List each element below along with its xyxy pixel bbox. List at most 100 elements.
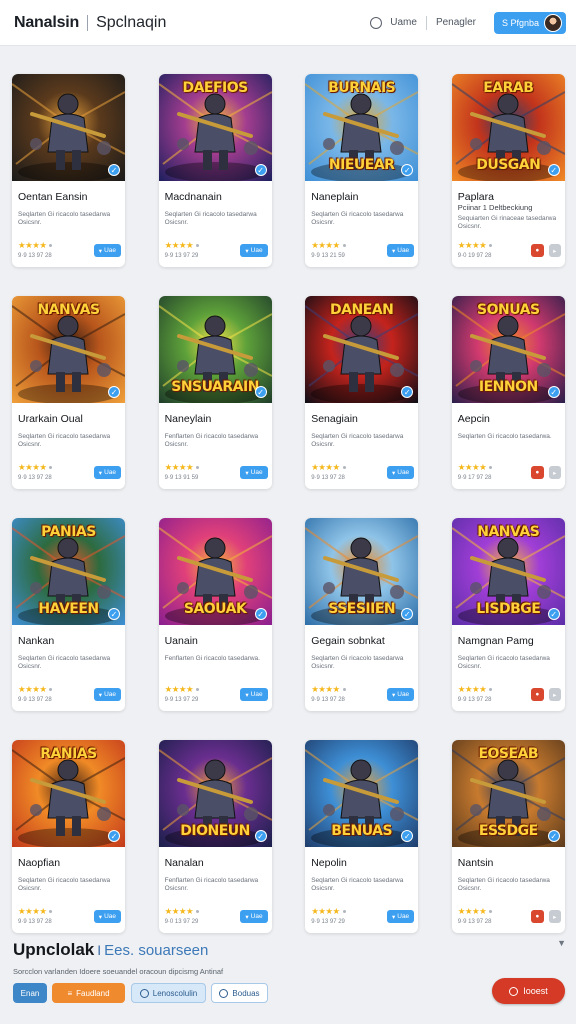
play-button[interactable]: ▾ Uae — [93, 466, 121, 479]
radio-icon[interactable] — [370, 16, 383, 29]
play-button[interactable]: ▾ Uae — [386, 688, 415, 701]
game-artwork[interactable]: DANEAN ✓ — [305, 296, 419, 403]
separator-dot — [196, 244, 200, 247]
filter-pill-3[interactable]: Lenoscolulin — [131, 983, 206, 1003]
game-title[interactable]: Macdnanain — [165, 191, 266, 203]
play-button[interactable]: ▾ Uae — [93, 688, 121, 701]
flame-icon: ● — [535, 247, 540, 254]
game-card[interactable]: DAEFIOS ✓ Macdnanain Seqlarten Gi ricacol… — [158, 74, 272, 267]
brand-name[interactable]: Nanalsin — [14, 14, 79, 32]
game-artwork[interactable]: EARAB DUSGAN ✓ — [451, 74, 565, 181]
game-title[interactable]: Urarkain Oual — [18, 413, 119, 425]
game-artwork[interactable]: PANIAS HAVEEN ✓ — [12, 518, 125, 625]
game-artwork[interactable]: NANVAS ✓ — [12, 296, 125, 403]
game-title[interactable]: Nantsin — [458, 857, 559, 869]
game-title[interactable]: Senagiain — [311, 413, 412, 425]
footer-subtitle[interactable]: Ees. souarseen — [104, 942, 208, 959]
game-card[interactable]: SAOUAK ✓ Uanain Fenflarten Gi ricacolo ta… — [158, 518, 272, 711]
separator-dot — [49, 688, 53, 691]
game-description: Seqlarten Gi ricacolo tasedarwa Osicsnr. — [311, 433, 404, 448]
flame-icon: ● — [535, 469, 540, 476]
target-icon — [509, 986, 519, 996]
favorite-button[interactable]: ● — [530, 910, 544, 923]
game-description: Seqlarten Gi ricacolo tasedarwa Osicsnr. — [311, 655, 404, 670]
separator-dot — [489, 244, 493, 247]
separator-dot — [49, 244, 53, 247]
game-title[interactable]: Aepcin — [458, 413, 559, 425]
game-artwork[interactable]: DAEFIOS ✓ — [158, 74, 272, 181]
more-button[interactable]: ▸ — [548, 244, 561, 257]
more-button[interactable]: ▸ — [548, 910, 561, 923]
play-button[interactable]: ▾ Uae — [240, 244, 268, 257]
game-title[interactable]: Oentan Eansin — [18, 191, 119, 203]
game-card[interactable]: SONUAS IENNON ✓ Aepcin Seqlarten Gi ricaco… — [451, 296, 565, 489]
game-artwork[interactable]: ✓ — [12, 74, 125, 181]
cta-button[interactable]: Iooest — [492, 978, 565, 1004]
play-icon: ▾ — [245, 469, 249, 477]
play-button[interactable]: ▾ Uae — [93, 244, 121, 257]
verified-icon: ✓ — [108, 386, 120, 398]
game-artwork[interactable]: BURNAIS NIEUEAR ✓ — [305, 74, 419, 181]
game-artwork[interactable]: NANVAS LISDBGE ✓ — [451, 518, 565, 625]
play-button[interactable]: ▾ Uae — [386, 466, 415, 479]
game-logo-text: EOSEAB — [478, 746, 539, 762]
chevron-down-icon[interactable]: ▼ — [557, 938, 566, 948]
filter-pill-1[interactable]: Enan — [13, 983, 47, 1003]
star-rating: ★★★★ — [311, 684, 340, 694]
game-card[interactable]: NANVAS ✓ Urarkain Oual Seqlarten Gi ricac… — [12, 296, 125, 489]
game-title[interactable]: Nanalan — [165, 857, 266, 869]
card-info: Gegain sobnkat Seqlarten Gi ricacolo tas… — [305, 625, 418, 671]
game-artwork[interactable]: BENUAS ✓ — [305, 740, 419, 847]
game-card[interactable]: RANIAS ✓ Naopfian Seqlarten Gi ricacolo t… — [12, 740, 125, 933]
game-card[interactable]: EOSEAB ESSDGE ✓ Nantsin Seqlarten Gi ricac… — [451, 740, 565, 933]
game-card[interactable]: BURNAIS NIEUEAR ✓ Naneplain Seqlarten Gi r… — [305, 74, 419, 267]
nav-link[interactable]: Penagler — [436, 17, 476, 28]
verified-icon: ✓ — [254, 830, 267, 842]
favorite-button[interactable]: ● — [530, 688, 544, 701]
game-title[interactable]: Namgnan Pamg — [458, 635, 559, 647]
game-title[interactable]: Gegain sobnkat — [311, 635, 412, 647]
game-card[interactable]: NANVAS LISDBGE ✓ Namgnan Pamg Seqlarten Gi… — [451, 518, 565, 711]
game-title[interactable]: Naneplain — [311, 191, 412, 203]
game-artwork[interactable]: SNSUARAIN ✓ — [158, 296, 272, 403]
star-rating: ★★★★ — [18, 240, 47, 250]
user-button[interactable]: S Pfgnba — [493, 11, 566, 34]
filter-pill-2[interactable]: ≡ Faudland — [52, 983, 125, 1003]
play-button[interactable]: ▾ Uae — [240, 466, 268, 479]
play-button[interactable]: ▾ Uae — [386, 244, 415, 257]
filter-pill-4[interactable]: Boduas — [211, 983, 268, 1003]
game-title[interactable]: Paplara — [458, 191, 559, 203]
game-card[interactable]: EARAB DUSGAN ✓ Paplara Pciinar 1 Deltbecki… — [451, 74, 565, 267]
game-card[interactable]: ✓ Oentan Eansin Seqlarten Gi ricacolo ta… — [12, 74, 125, 267]
more-button[interactable]: ▸ — [548, 466, 561, 479]
game-card[interactable]: BENUAS ✓ Nepolin Seqlarten Gi ricacolo ta… — [305, 740, 419, 933]
play-button[interactable]: ▾ Uae — [240, 910, 268, 923]
game-artwork[interactable]: SSESIIEN ✓ — [305, 518, 419, 625]
game-artwork[interactable]: EOSEAB ESSDGE ✓ — [451, 740, 565, 847]
verified-icon: ✓ — [547, 830, 560, 842]
game-artwork[interactable]: SONUAS IENNON ✓ — [451, 296, 565, 403]
star-rating: ★★★★ — [164, 462, 194, 472]
game-card[interactable]: PANIAS HAVEEN ✓ Nankan Seqlarten Gi ricaco… — [12, 518, 125, 711]
play-button[interactable]: ▾ Uae — [93, 910, 121, 923]
game-title[interactable]: Nankan — [18, 635, 119, 647]
game-artwork[interactable]: RANIAS ✓ — [12, 740, 125, 847]
favorite-button[interactable]: ● — [530, 466, 544, 479]
game-card[interactable]: SSESIIEN ✓ Gegain sobnkat Seqlarten Gi ri… — [305, 518, 419, 711]
game-artwork[interactable]: DIONEUN ✓ — [158, 740, 272, 847]
play-button[interactable]: ▾ Uae — [240, 688, 268, 701]
game-artwork[interactable]: SAOUAK ✓ — [158, 518, 272, 625]
game-card[interactable]: SNSUARAIN ✓ Naneylain Fenflarten Gi ricac… — [158, 296, 272, 489]
play-button-label: Uae — [250, 469, 263, 476]
favorite-button[interactable]: ● — [530, 244, 544, 257]
game-title[interactable]: Uanain — [165, 635, 266, 647]
game-title[interactable]: Naneylain — [165, 413, 266, 425]
game-title[interactable]: Naopfian — [18, 857, 119, 869]
more-button[interactable]: ▸ — [548, 688, 561, 701]
brand-divider — [87, 14, 89, 31]
game-title[interactable]: Nepolin — [311, 857, 412, 869]
game-card[interactable]: DIONEUN ✓ Nanalan Fenflarten Gi ricacolo … — [158, 740, 272, 933]
game-card[interactable]: DANEAN ✓ Senagiain Seqlarten Gi ricacolo … — [305, 296, 419, 489]
nav-label[interactable]: Uame — [390, 17, 417, 28]
play-button[interactable]: ▾ Uae — [386, 910, 415, 923]
